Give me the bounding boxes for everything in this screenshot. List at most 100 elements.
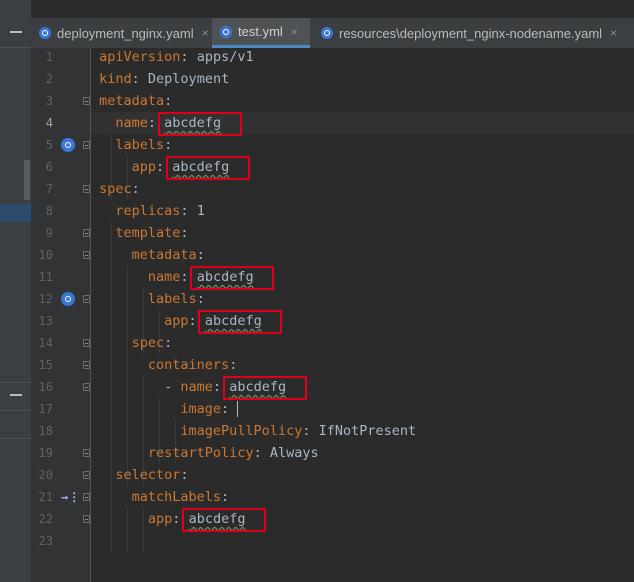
implemented-arrow-icon[interactable]: →⋮ bbox=[61, 490, 80, 504]
code-line[interactable]: labels: bbox=[91, 288, 634, 310]
yaml-key: app bbox=[131, 159, 157, 175]
code-line[interactable]: spec: bbox=[91, 332, 634, 354]
yaml-key: apiVersion bbox=[99, 49, 181, 65]
code-area[interactable]: apiVersion: apps/v1 kind: Deployment met… bbox=[91, 48, 634, 582]
fold-marker-icon[interactable] bbox=[83, 97, 90, 105]
fold-marker-icon[interactable] bbox=[83, 229, 90, 237]
code-line[interactable] bbox=[91, 530, 634, 552]
yaml-separator: : bbox=[164, 137, 173, 153]
fold-marker-icon[interactable] bbox=[83, 383, 90, 391]
yaml-separator: : bbox=[196, 291, 205, 307]
yaml-separator: : bbox=[164, 93, 173, 109]
code-line[interactable]: metadata: bbox=[91, 90, 634, 112]
line-number: 17 bbox=[38, 402, 53, 416]
line-number: 12 bbox=[38, 292, 53, 306]
tab-test-yml[interactable]: test.yml × bbox=[212, 18, 310, 48]
code-line[interactable]: app: abcdefg bbox=[91, 508, 634, 530]
code-line[interactable]: labels: bbox=[91, 134, 634, 156]
code-line[interactable]: metadata: bbox=[91, 244, 634, 266]
line-number: 23 bbox=[38, 534, 53, 548]
yaml-separator: : bbox=[302, 423, 319, 439]
yaml-separator: : bbox=[180, 225, 189, 241]
fold-marker-icon[interactable] bbox=[83, 251, 90, 259]
fold-marker-icon[interactable] bbox=[83, 339, 90, 347]
tab-deployment-nginx[interactable]: deployment_nginx.yaml × bbox=[31, 18, 209, 48]
kubernetes-icon bbox=[220, 25, 232, 38]
line-number: 8 bbox=[45, 204, 53, 218]
fold-marker-icon[interactable] bbox=[83, 185, 90, 193]
code-line[interactable]: replicas: 1 bbox=[91, 200, 634, 222]
line-number: 18 bbox=[38, 424, 53, 438]
yaml-key: name bbox=[115, 115, 148, 131]
fold-marker-icon[interactable] bbox=[83, 449, 90, 457]
code-line[interactable]: template: bbox=[91, 222, 634, 244]
code-line[interactable]: image: bbox=[91, 398, 634, 420]
yaml-value: 1 bbox=[196, 203, 205, 219]
kubernetes-icon bbox=[39, 27, 51, 39]
yaml-key: template bbox=[115, 225, 181, 241]
yaml-key: replicas bbox=[115, 203, 181, 219]
collapse-icon[interactable] bbox=[10, 31, 22, 33]
line-number: 20 bbox=[38, 468, 53, 482]
code-line[interactable]: imagePullPolicy: IfNotPresent bbox=[91, 420, 634, 442]
code-line[interactable]: - name: abcdefg bbox=[91, 376, 634, 398]
line-number: 10 bbox=[38, 248, 53, 262]
highlight-box bbox=[190, 266, 275, 290]
code-line[interactable]: spec: bbox=[91, 178, 634, 200]
yaml-key: name bbox=[147, 269, 181, 285]
code-line[interactable]: apiVersion: apps/v1 bbox=[91, 46, 634, 68]
kubernetes-icon[interactable] bbox=[61, 292, 75, 306]
yaml-value: apps/v1 bbox=[196, 49, 254, 65]
code-line[interactable]: kind: Deployment bbox=[91, 68, 634, 90]
highlight-box bbox=[157, 112, 242, 136]
yaml-key: image bbox=[180, 401, 222, 417]
fold-marker-icon[interactable] bbox=[83, 515, 90, 523]
line-number: 2 bbox=[45, 72, 53, 86]
yaml-key: spec bbox=[131, 335, 165, 351]
yaml-key: labels bbox=[147, 291, 197, 307]
code-line[interactable]: matchLabels: bbox=[91, 486, 634, 508]
code-line[interactable]: restartPolicy: Always bbox=[91, 442, 634, 464]
tab-deployment-nginx-nodename[interactable]: resources\deployment_nginx-nodename.yaml… bbox=[313, 18, 634, 48]
editor-gutter: 1 2 3 4 5 6 7 8 9 10 11 12 13 14 15 16 17 18 19 20 21 22 23 →⋮ bbox=[31, 48, 91, 582]
divider bbox=[0, 410, 31, 411]
fold-marker-icon[interactable] bbox=[83, 141, 90, 149]
fold-marker-icon[interactable] bbox=[83, 295, 90, 303]
yaml-key: containers bbox=[147, 357, 230, 373]
line-number: 3 bbox=[45, 94, 53, 108]
line-number: 19 bbox=[38, 446, 53, 460]
code-line[interactable]: name: abcdefg bbox=[91, 266, 634, 288]
code-line[interactable]: selector: bbox=[91, 464, 634, 486]
collapse-icon[interactable] bbox=[10, 394, 22, 396]
fold-marker-icon[interactable] bbox=[83, 493, 90, 501]
yaml-value: Deployment bbox=[147, 71, 230, 87]
yaml-key: imagePullPolicy bbox=[180, 423, 303, 439]
line-number: 21 bbox=[38, 490, 53, 504]
yaml-separator: : bbox=[131, 71, 148, 87]
line-number: 6 bbox=[45, 160, 53, 174]
line-number: 5 bbox=[45, 138, 53, 152]
scrollbar-thumb[interactable] bbox=[24, 160, 30, 200]
close-icon[interactable]: × bbox=[610, 26, 617, 40]
code-line[interactable]: app: abcdefg bbox=[91, 310, 634, 332]
yaml-separator: : bbox=[221, 401, 238, 417]
fold-marker-icon[interactable] bbox=[83, 471, 90, 479]
kubernetes-icon[interactable] bbox=[61, 138, 75, 152]
fold-marker-icon[interactable] bbox=[83, 361, 90, 369]
close-icon[interactable]: × bbox=[291, 25, 298, 39]
yaml-separator: : bbox=[180, 203, 197, 219]
code-line[interactable]: containers: bbox=[91, 354, 634, 376]
code-editor[interactable]: 1 2 3 4 5 6 7 8 9 10 11 12 13 14 15 16 17 18 19 20 21 22 23 →⋮ … bbox=[31, 48, 634, 582]
close-icon[interactable]: × bbox=[202, 26, 209, 40]
yaml-value: IfNotPresent bbox=[318, 423, 417, 439]
